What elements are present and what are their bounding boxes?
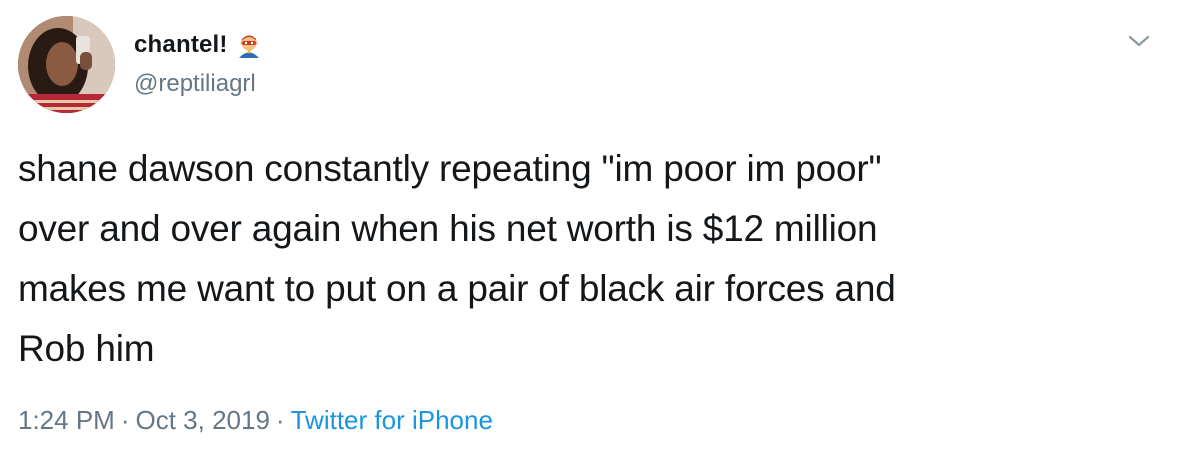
tweet-meta: 1:24 PM · Oct 3, 2019 · Twitter for iPhone: [18, 405, 493, 436]
tweet-source-link[interactable]: Twitter for iPhone: [291, 405, 493, 435]
tweet-text-line: shane dawson constantly repeating "im po…: [18, 148, 882, 189]
avatar-image: [18, 16, 115, 113]
tweet-text: shane dawson constantly repeating "im po…: [18, 139, 1168, 379]
chevron-down-icon[interactable]: [1124, 28, 1154, 52]
meta-separator: ·: [120, 405, 130, 435]
user-handle[interactable]: @reptiliagrl: [134, 70, 256, 98]
tweet-time[interactable]: 1:24 PM: [18, 405, 115, 435]
meta-separator: ·: [275, 405, 285, 435]
tweet-text-line: Rob him: [18, 328, 155, 369]
display-name[interactable]: chantel!: [134, 31, 228, 59]
superhero-emoji-icon: [236, 31, 262, 59]
tweet-text-line: makes me want to put on a pair of black …: [18, 268, 896, 309]
tweet-card: chantel! @reptiliagrl shane dawson const…: [0, 0, 1182, 468]
display-name-row: chantel!: [134, 30, 262, 60]
tweet-text-line: over and over again when his net worth i…: [18, 208, 878, 249]
tweet-date[interactable]: Oct 3, 2019: [136, 405, 270, 435]
avatar[interactable]: [18, 16, 115, 113]
